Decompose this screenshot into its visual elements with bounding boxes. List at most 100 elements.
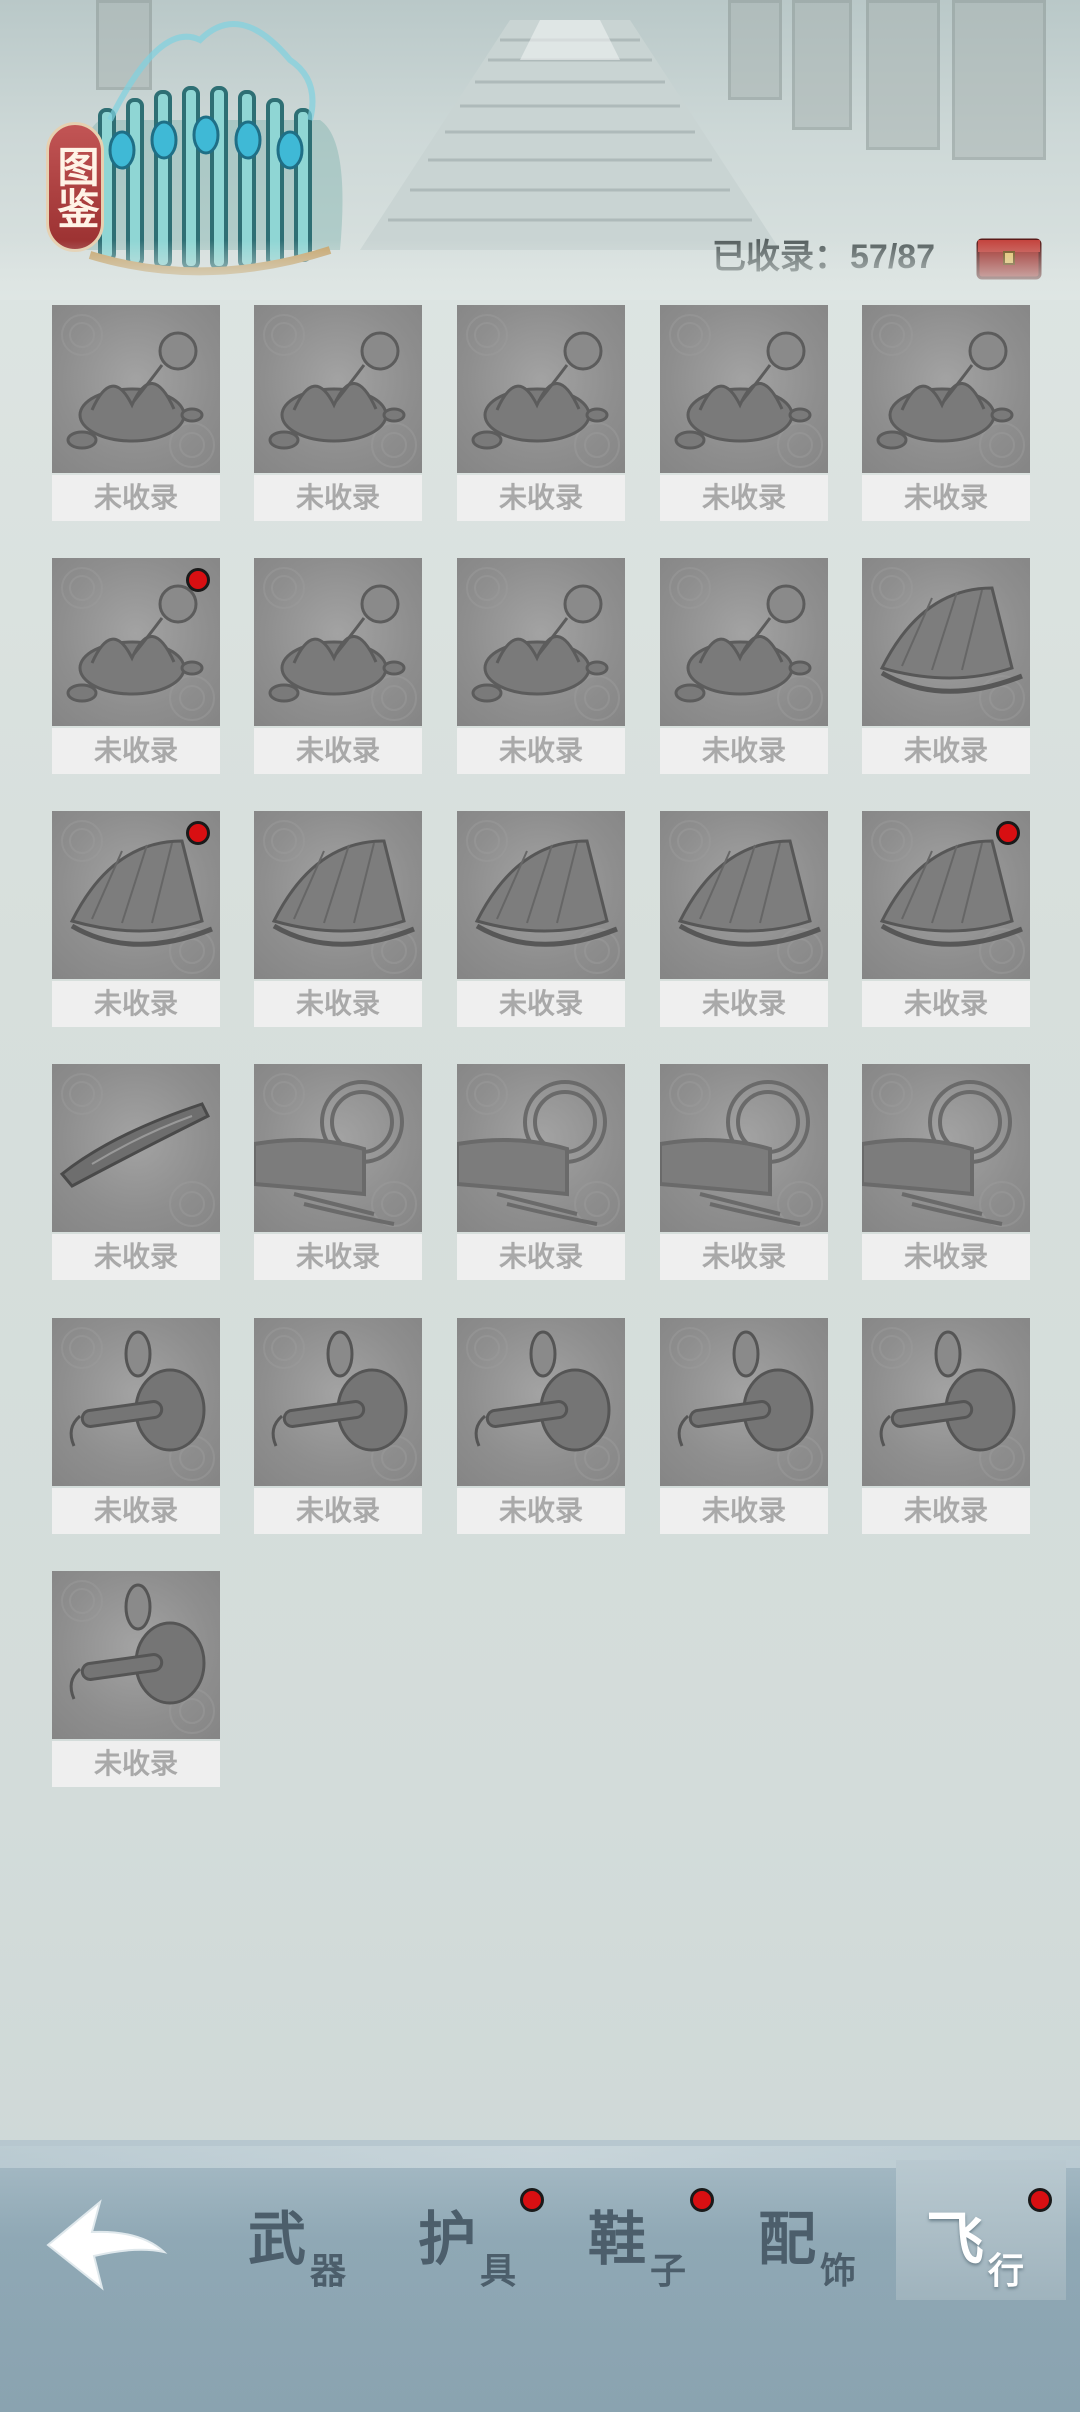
- item-artwork: [457, 305, 625, 473]
- item-artwork: [660, 1318, 828, 1486]
- treasure-chest-icon[interactable]: [976, 236, 1042, 280]
- tab-notification-dot: [1028, 2188, 1052, 2212]
- item-status-label: 未收录: [52, 728, 220, 774]
- item-status-label: 未收录: [52, 1234, 220, 1280]
- item-artwork: [660, 558, 828, 726]
- item-status-label: 未收录: [457, 475, 625, 521]
- item-artwork: [660, 1064, 828, 1232]
- item-status-label: 未收录: [862, 1488, 1030, 1534]
- tab-label-sub: 子: [650, 2250, 687, 2292]
- item-status-label: 未收录: [254, 728, 422, 774]
- item-status-label: 未收录: [660, 728, 828, 774]
- item-status-label: 未收录: [254, 981, 422, 1027]
- collection-item-card[interactable]: 未收录: [660, 305, 828, 521]
- collection-item-card[interactable]: 未收录: [862, 1064, 1030, 1280]
- item-status-label: 未收录: [457, 1234, 625, 1280]
- item-artwork: [457, 558, 625, 726]
- item-status-label: 未收录: [660, 981, 828, 1027]
- collection-item-card[interactable]: 未收录: [52, 558, 220, 774]
- tab-label-main: 武: [248, 2205, 307, 2273]
- item-status-label: 未收录: [457, 1488, 625, 1534]
- item-artwork: [52, 1318, 220, 1486]
- hanging-scroll: [866, 0, 940, 150]
- new-notification-dot: [186, 568, 210, 592]
- item-status-label: 未收录: [862, 728, 1030, 774]
- collection-item-card[interactable]: 未收录: [457, 811, 625, 1027]
- item-artwork: [254, 811, 422, 979]
- collection-item-card[interactable]: 未收录: [457, 1318, 625, 1534]
- tab-label-main: 飞: [926, 2205, 985, 2273]
- collection-item-card[interactable]: 未收录: [457, 1064, 625, 1280]
- item-artwork: [457, 811, 625, 979]
- collection-item-card[interactable]: 未收录: [862, 811, 1030, 1027]
- tab-shoes[interactable]: 鞋子: [558, 2160, 728, 2300]
- item-status-label: 未收录: [862, 1234, 1030, 1280]
- item-status-label: 未收录: [457, 728, 625, 774]
- item-status-label: 未收录: [660, 1234, 828, 1280]
- tab-label-sub: 饰: [820, 2250, 857, 2292]
- item-status-label: 未收录: [52, 1741, 220, 1787]
- tab-label-sub: 具: [480, 2250, 517, 2292]
- tab-armor[interactable]: 护具: [388, 2160, 558, 2300]
- item-status-label: 未收录: [52, 475, 220, 521]
- back-arrow-icon[interactable]: [40, 2190, 170, 2300]
- collection-item-card[interactable]: 未收录: [254, 1318, 422, 1534]
- header-banner: 图鉴 已收录：57/87: [0, 0, 1080, 300]
- tab-label-main: 鞋: [588, 2205, 647, 2273]
- tab-flying[interactable]: 飞行: [896, 2160, 1066, 2300]
- item-status-label: 未收录: [52, 1488, 220, 1534]
- hanging-scroll: [728, 0, 782, 100]
- item-status-label: 未收录: [862, 981, 1030, 1027]
- collection-item-card[interactable]: 未收录: [52, 811, 220, 1027]
- item-status-label: 未收录: [254, 475, 422, 521]
- tab-notification-dot: [690, 2188, 714, 2212]
- collection-item-card[interactable]: 未收录: [254, 305, 422, 521]
- collection-item-card[interactable]: 未收录: [660, 1318, 828, 1534]
- collection-item-card[interactable]: 未收录: [862, 305, 1030, 521]
- new-notification-dot: [186, 821, 210, 845]
- collection-item-card[interactable]: 未收录: [254, 1064, 422, 1280]
- tab-label-sub: 行: [988, 2250, 1025, 2292]
- item-artwork: [862, 558, 1030, 726]
- item-artwork: [862, 1064, 1030, 1232]
- collection-item-card[interactable]: 未收录: [52, 1318, 220, 1534]
- tab-accessory[interactable]: 配饰: [728, 2160, 898, 2300]
- collection-item-card[interactable]: 未收录: [52, 305, 220, 521]
- collection-item-card[interactable]: 未收录: [862, 558, 1030, 774]
- item-artwork: [457, 1064, 625, 1232]
- collection-item-card[interactable]: 未收录: [862, 1318, 1030, 1534]
- item-artwork: [660, 811, 828, 979]
- collection-item-card[interactable]: 未收录: [254, 811, 422, 1027]
- item-artwork: [254, 1318, 422, 1486]
- item-status-label: 未收录: [862, 475, 1030, 521]
- codex-title-badge: 图鉴: [46, 122, 104, 252]
- item-status-label: 未收录: [457, 981, 625, 1027]
- collection-item-card[interactable]: 未收录: [457, 558, 625, 774]
- collection-progress-label: 已收录：: [712, 238, 848, 276]
- item-artwork: [52, 305, 220, 473]
- collection-item-card[interactable]: 未收录: [660, 811, 828, 1027]
- collection-item-card[interactable]: 未收录: [52, 1064, 220, 1280]
- collection-item-card[interactable]: 未收录: [254, 558, 422, 774]
- hanging-scroll: [792, 0, 852, 130]
- item-status-label: 未收录: [52, 981, 220, 1027]
- item-artwork: [254, 305, 422, 473]
- collection-item-card[interactable]: 未收录: [660, 558, 828, 774]
- item-status-label: 未收录: [660, 475, 828, 521]
- collection-item-card[interactable]: 未收录: [660, 1064, 828, 1280]
- tab-label-main: 护: [418, 2205, 477, 2273]
- collection-item-card[interactable]: 未收录: [457, 305, 625, 521]
- item-status-label: 未收录: [660, 1488, 828, 1534]
- item-artwork: [254, 1064, 422, 1232]
- tab-notification-dot: [520, 2188, 544, 2212]
- item-artwork: [52, 1064, 220, 1232]
- tab-weapon[interactable]: 武器: [218, 2160, 388, 2300]
- stairway-background: [360, 20, 780, 250]
- collection-item-card[interactable]: 未收录: [52, 1571, 220, 1787]
- tab-label-sub: 器: [310, 2250, 347, 2292]
- tab-label-main: 配: [758, 2205, 817, 2273]
- item-artwork: [254, 558, 422, 726]
- item-status-label: 未收录: [254, 1488, 422, 1534]
- item-artwork: [862, 305, 1030, 473]
- item-artwork: [862, 1318, 1030, 1486]
